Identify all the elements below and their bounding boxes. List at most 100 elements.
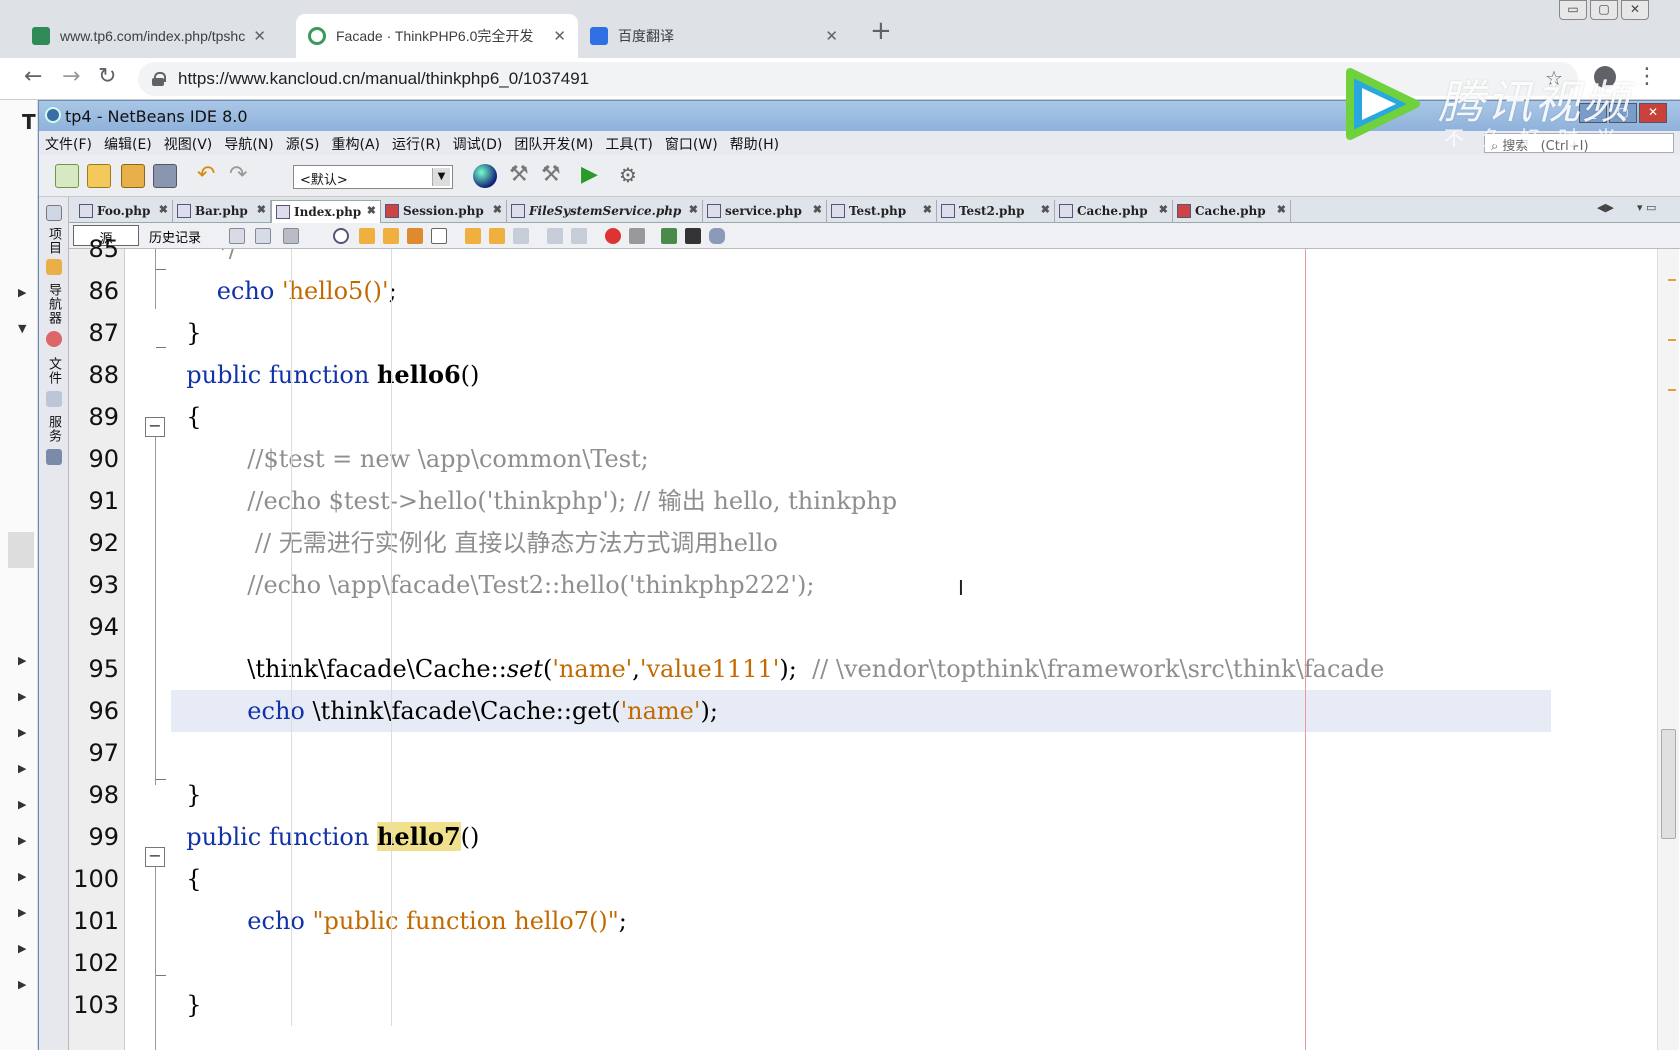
- code-line[interactable]: */: [171, 249, 1551, 270]
- code-line[interactable]: //echo \app\facade\Test2::hello('thinkph…: [171, 564, 1551, 606]
- editor-vertical-scrollbar[interactable]: [1657, 249, 1679, 1050]
- editor-tab-index[interactable]: Index.php ✖: [271, 200, 381, 223]
- collapse-arrow-icon[interactable]: ▼: [18, 322, 26, 335]
- menu-source[interactable]: 源(S): [280, 131, 326, 154]
- expand-arrow-icon[interactable]: ▶: [18, 798, 26, 811]
- editor-tab-bar-php[interactable]: Bar.php ✖: [173, 200, 271, 223]
- expand-arrow-icon[interactable]: ▶: [18, 834, 26, 847]
- forward-arrow-icon[interactable]: →: [62, 64, 80, 89]
- back-arrow-icon[interactable]: ←: [24, 64, 42, 89]
- navigator-panel-tab[interactable]: 导航器: [45, 283, 63, 325]
- editor-tab-foo[interactable]: Foo.php ✖: [75, 200, 173, 223]
- menu-view[interactable]: 视图(V): [158, 131, 219, 154]
- chart-icon[interactable]: [685, 228, 701, 244]
- clean-build-icon[interactable]: ⚒: [541, 164, 565, 188]
- close-tab-icon[interactable]: ✖: [1277, 203, 1286, 216]
- database-icon[interactable]: [709, 228, 725, 244]
- close-tab-icon[interactable]: ✖: [257, 203, 266, 216]
- build-hammer-icon[interactable]: ⚒: [509, 164, 533, 188]
- close-tab-icon[interactable]: ✕: [553, 27, 566, 45]
- shift-right-icon[interactable]: [571, 228, 587, 244]
- menu-debug[interactable]: 调试(D): [447, 131, 509, 154]
- code-editor[interactable]: */ echo 'hello5()'; } public function he…: [171, 249, 1551, 1050]
- prev-bookmark-icon[interactable]: [465, 228, 481, 244]
- debug-project-icon[interactable]: ⚙: [619, 164, 643, 188]
- undo-icon[interactable]: ↶: [197, 164, 221, 188]
- close-tab-icon[interactable]: ✕: [825, 27, 838, 45]
- code-line[interactable]: {: [171, 858, 1551, 900]
- close-tab-icon[interactable]: ✖: [1159, 203, 1168, 216]
- expand-arrow-icon[interactable]: ▶: [18, 942, 26, 955]
- menu-edit[interactable]: 编辑(E): [98, 131, 158, 154]
- editor-tab-test[interactable]: Test.php ✖: [827, 200, 937, 223]
- editor-tab-cache-1[interactable]: Cache.php ✖: [1055, 200, 1173, 223]
- browser-tab-facade[interactable]: Facade · ThinkPHP6.0完全开发 ✕: [296, 14, 578, 58]
- editor-tab-filesystemservice[interactable]: FileSystemService.php ✖: [507, 200, 703, 223]
- fold-toggle-icon[interactable]: −: [145, 417, 165, 437]
- minimize-button[interactable]: ▭: [1559, 0, 1587, 20]
- redo-icon[interactable]: ↷: [229, 164, 253, 188]
- code-line[interactable]: {: [171, 396, 1551, 438]
- save-all-icon[interactable]: [153, 164, 177, 188]
- stop-macro-icon[interactable]: [629, 228, 645, 244]
- code-line[interactable]: echo 'hello5()';: [171, 270, 1551, 312]
- code-line[interactable]: echo \think\facade\Cache::get('name');: [171, 690, 1551, 732]
- files-panel-tab[interactable]: 文件: [45, 357, 63, 385]
- record-macro-icon[interactable]: [605, 228, 621, 244]
- toggle-bookmark-icon[interactable]: [513, 228, 529, 244]
- scroll-tabs-left-icon[interactable]: ◀▶: [1597, 201, 1614, 214]
- expand-arrow-icon[interactable]: ▶: [18, 654, 26, 667]
- expand-arrow-icon[interactable]: ▶: [18, 762, 26, 775]
- code-line[interactable]: \think\facade\Cache::set('name','value11…: [171, 648, 1551, 690]
- open-project-icon[interactable]: [121, 164, 145, 188]
- maximize-button[interactable]: ▢: [1590, 0, 1618, 20]
- menu-run[interactable]: 运行(R): [386, 131, 447, 154]
- forward-icon[interactable]: [283, 228, 299, 244]
- toggle-highlight-icon[interactable]: [407, 228, 423, 244]
- editor-tab-service[interactable]: service.php ✖: [703, 200, 827, 223]
- editor-tab-test2[interactable]: Test2.php ✖: [937, 200, 1055, 223]
- menu-navigate[interactable]: 导航(N): [218, 131, 279, 154]
- code-line[interactable]: echo "public function hello7()";: [171, 900, 1551, 942]
- expand-arrow-icon[interactable]: ▶: [18, 870, 26, 883]
- code-line[interactable]: }: [171, 984, 1551, 1026]
- code-line[interactable]: [171, 942, 1551, 984]
- menu-tools[interactable]: 工具(T): [599, 131, 658, 154]
- check-icon[interactable]: [661, 228, 677, 244]
- find-icon[interactable]: [333, 228, 349, 244]
- code-line[interactable]: //echo $test->hello('thinkphp'); // 输出 h…: [171, 480, 1551, 522]
- code-line[interactable]: [171, 606, 1551, 648]
- fold-toggle-icon[interactable]: −: [145, 847, 165, 867]
- tab-list-dropdown-icon[interactable]: ▾ ▭: [1637, 201, 1656, 214]
- close-window-button[interactable]: ✕: [1621, 0, 1649, 20]
- code-line[interactable]: public function hello6(): [171, 354, 1551, 396]
- new-project-icon[interactable]: [87, 164, 111, 188]
- last-edit-icon[interactable]: [229, 228, 245, 244]
- back-icon[interactable]: [255, 228, 271, 244]
- expand-arrow-icon[interactable]: ▶: [18, 690, 26, 703]
- browser-tab-baidu-translate[interactable]: 百度翻译 ✕: [578, 14, 850, 58]
- close-tab-icon[interactable]: ✖: [159, 203, 168, 216]
- close-tab-icon[interactable]: ✖: [493, 203, 502, 216]
- find-previous-icon[interactable]: [359, 228, 375, 244]
- configuration-select[interactable]: <默认> ▼: [293, 165, 453, 189]
- next-bookmark-icon[interactable]: [489, 228, 505, 244]
- find-next-icon[interactable]: [383, 228, 399, 244]
- history-view-button[interactable]: 历史记录: [149, 227, 201, 246]
- code-line[interactable]: }: [171, 774, 1551, 816]
- menu-refactor[interactable]: 重构(A): [326, 131, 387, 154]
- new-file-icon[interactable]: [55, 164, 79, 188]
- services-panel-tab[interactable]: 服务: [45, 415, 63, 443]
- close-tab-icon[interactable]: ✕: [253, 27, 266, 45]
- restore-windows-icon[interactable]: [46, 205, 62, 221]
- close-tab-icon[interactable]: ✖: [1041, 203, 1050, 216]
- expand-arrow-icon[interactable]: ▶: [18, 286, 26, 299]
- reload-icon[interactable]: ↻: [98, 64, 116, 89]
- code-line[interactable]: // 无需进行实例化 直接以静态方法方式调用hello: [171, 522, 1551, 564]
- editor-tab-cache-2[interactable]: Cache.php ✖: [1173, 200, 1291, 223]
- editor-tab-session[interactable]: Session.php ✖: [381, 200, 507, 223]
- code-line[interactable]: //$test = new \app\common\Test;: [171, 438, 1551, 480]
- expand-arrow-icon[interactable]: ▶: [18, 906, 26, 919]
- new-tab-button[interactable]: +: [870, 16, 892, 46]
- menu-file[interactable]: 文件(F): [39, 131, 98, 154]
